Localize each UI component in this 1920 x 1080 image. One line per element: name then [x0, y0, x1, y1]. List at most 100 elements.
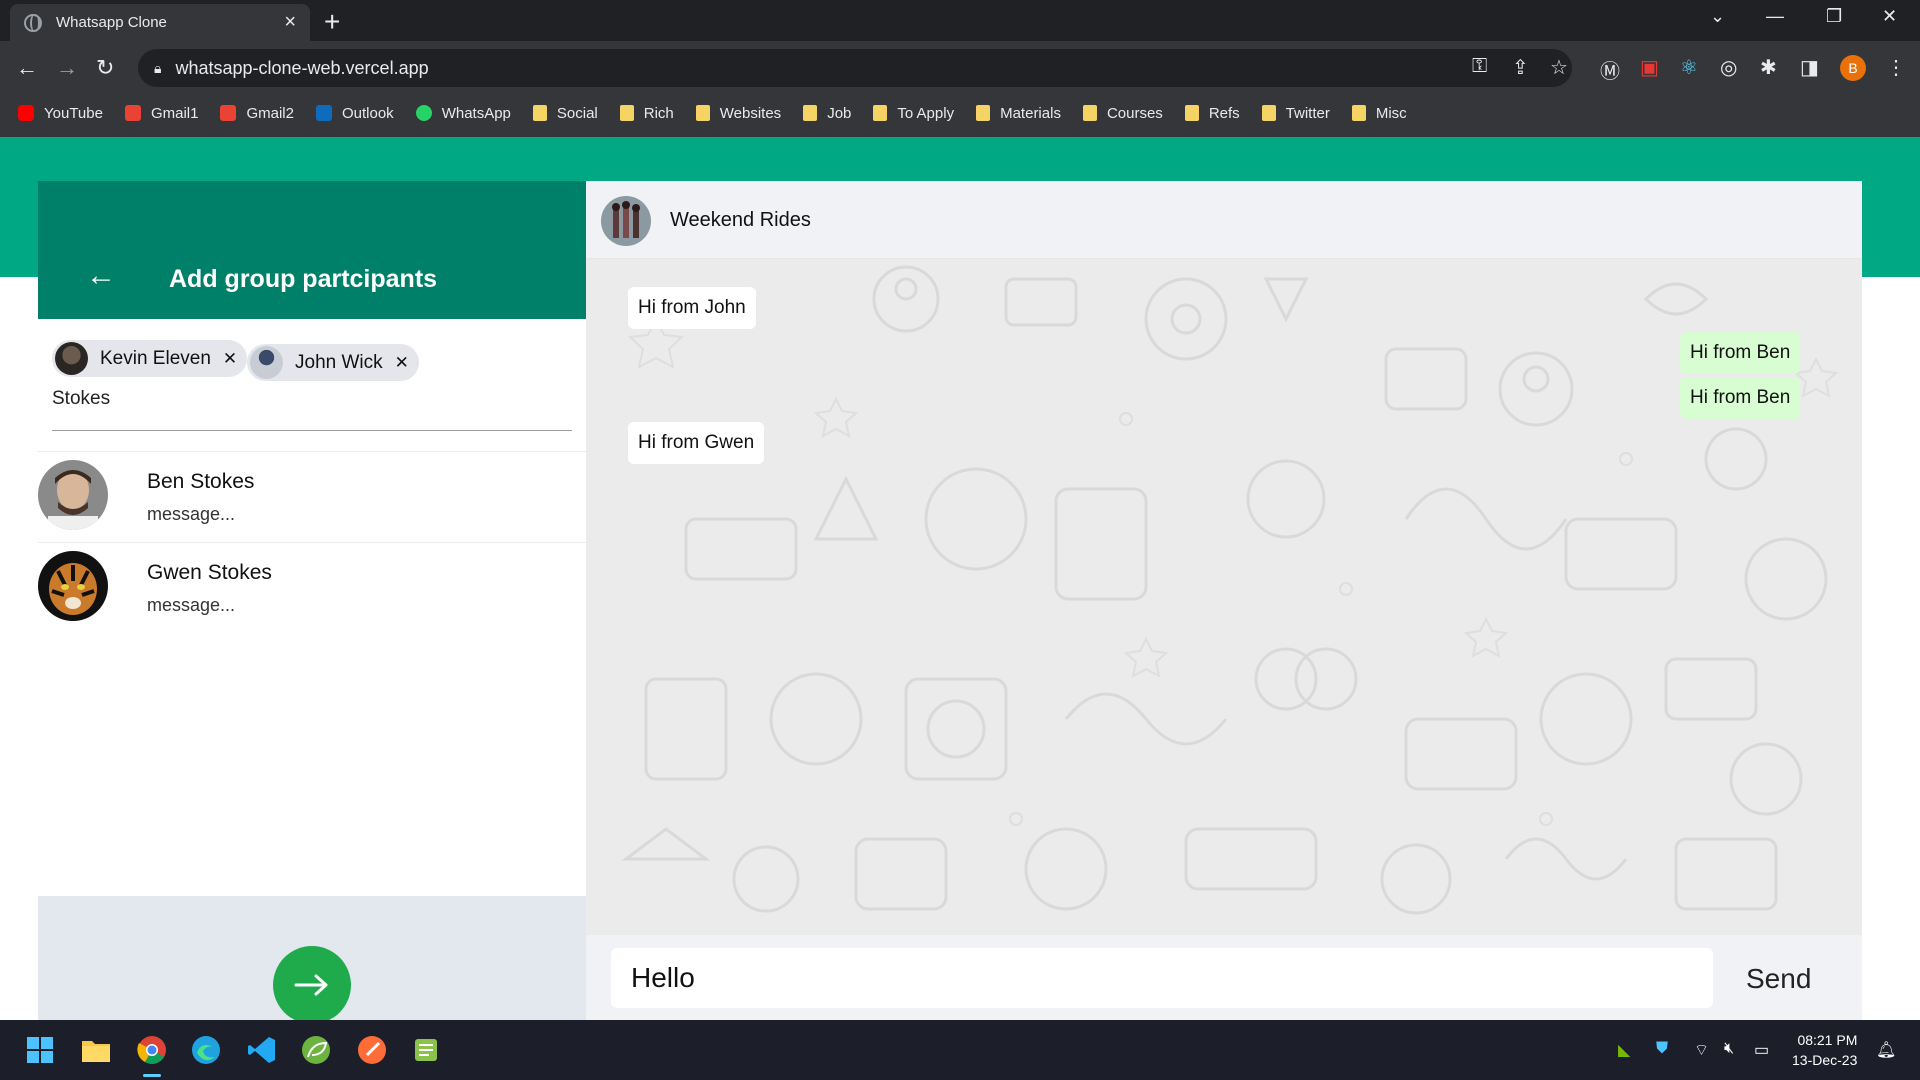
- bookmark-label: Job: [827, 104, 852, 122]
- security-shield-icon[interactable]: ⛊: [1656, 1040, 1668, 1058]
- bookmark-label: Gmail2: [246, 104, 294, 122]
- contact-preview: message...: [147, 595, 236, 615]
- remove-chip-icon[interactable]: ✕: [395, 353, 409, 373]
- bookmark-rich[interactable]: Rich: [619, 105, 674, 122]
- battery-icon[interactable]: ▭: [1754, 1040, 1769, 1060]
- extension-target-icon[interactable]: ◎: [1720, 55, 1737, 80]
- bookmark-social[interactable]: Social: [532, 105, 598, 122]
- avatar: [38, 551, 108, 621]
- bookmark-twitter[interactable]: Twitter: [1261, 105, 1330, 122]
- forward-icon[interactable]: →: [56, 55, 78, 81]
- tab-search-icon[interactable]: ⌄: [1710, 6, 1725, 27]
- bookmark-label: To Apply: [897, 104, 955, 122]
- participant-chip: Kevin Eleven ✕: [52, 340, 248, 377]
- bookmark-materials[interactable]: Materials: [976, 105, 1061, 122]
- postman-icon[interactable]: [356, 1034, 388, 1066]
- windows-taskbar: ◣ ⛊ ⌔ 🔇︎ ▭ 08:21 PM 13-Dec-23 🔔︎: [0, 1020, 1920, 1080]
- browser-tab-strip: Whatsapp Clone × + ⌄ — ❐ ✕: [0, 0, 1920, 41]
- bookmark-courses[interactable]: Courses: [1082, 104, 1163, 122]
- side-panel-icon[interactable]: ◨: [1800, 55, 1819, 80]
- avatar: [55, 342, 88, 375]
- panel-footer: [38, 896, 586, 1024]
- file-explorer-icon[interactable]: [80, 1034, 112, 1066]
- nvidia-tray-icon[interactable]: ◣: [1618, 1040, 1630, 1060]
- bookmark-job[interactable]: Job: [803, 105, 851, 122]
- lock-icon[interactable]: 🔒︎: [154, 60, 161, 77]
- chrome-icon[interactable]: [136, 1034, 168, 1066]
- bookmark-whatsapp[interactable]: WhatsApp: [415, 105, 511, 122]
- contact-row[interactable]: Gwen Stokes message...: [38, 542, 586, 632]
- composer: Send: [586, 935, 1862, 1020]
- notification-bell-icon[interactable]: 🔔︎: [1876, 1040, 1896, 1060]
- system-clock[interactable]: 08:21 PM 13-Dec-23: [1792, 1030, 1857, 1070]
- bookmark-to-apply[interactable]: To Apply: [873, 105, 954, 122]
- share-icon[interactable]: ⇪: [1512, 55, 1529, 80]
- contact-name: Gwen Stokes: [147, 561, 272, 584]
- close-window-button[interactable]: ✕: [1882, 6, 1897, 27]
- folder-icon: [1351, 105, 1366, 121]
- contact-name: Ben Stokes: [147, 470, 255, 493]
- tab-title: Whatsapp Clone: [56, 14, 167, 31]
- bookmark-label: Outlook: [341, 104, 394, 122]
- folder-icon: [1184, 105, 1199, 121]
- new-tab-button[interactable]: +: [324, 6, 340, 38]
- message-bubble-outgoing: Hi from Ben: [1680, 377, 1801, 419]
- extension-pocket-icon[interactable]: ▣: [1640, 55, 1659, 80]
- avatar: [250, 346, 283, 379]
- back-arrow-icon[interactable]: ←: [86, 259, 116, 293]
- message-input[interactable]: [611, 948, 1713, 1008]
- notepad-icon[interactable]: [410, 1034, 442, 1066]
- react-devtools-icon[interactable]: ⚛: [1680, 55, 1698, 80]
- restore-button[interactable]: ❐: [1826, 6, 1842, 27]
- avatar: [38, 460, 108, 530]
- close-tab-icon[interactable]: ×: [284, 11, 296, 34]
- back-icon[interactable]: ←: [16, 55, 38, 81]
- address-bar[interactable]: 🔒︎ whatsapp-clone-web.vercel.app: [138, 49, 1572, 87]
- folder-icon: [873, 105, 888, 121]
- bookmark-gmail2[interactable]: Gmail2: [220, 105, 294, 122]
- bookmark-websites[interactable]: Websites: [695, 105, 781, 122]
- spring-tools-icon[interactable]: [300, 1034, 332, 1066]
- contact-row[interactable]: Ben Stokes message...: [38, 451, 586, 541]
- bookmark-youtube[interactable]: YouTube: [18, 105, 103, 122]
- message-bubble-incoming: Hi from John: [628, 287, 756, 329]
- bookmark-gmail1[interactable]: Gmail1: [124, 105, 198, 122]
- folder-icon: [532, 105, 547, 121]
- url-text: whatsapp-clone-web.vercel.app: [175, 57, 429, 78]
- bookmark-refs[interactable]: Refs: [1184, 105, 1240, 122]
- menu-kebab-icon[interactable]: ⋮: [1886, 55, 1906, 80]
- message-bubble-outgoing: Hi from Ben: [1680, 332, 1801, 374]
- browser-tab[interactable]: Whatsapp Clone ×: [10, 4, 310, 41]
- reload-icon[interactable]: ↻: [96, 55, 114, 81]
- chat-panel: Weekend Rides Hi from John Hi from Ben H…: [586, 181, 1862, 1020]
- group-avatar: [601, 196, 651, 246]
- extension-m-icon[interactable]: Ⓜ: [1600, 55, 1620, 84]
- youtube-icon: [18, 105, 34, 121]
- vscode-icon[interactable]: [246, 1034, 278, 1066]
- wifi-icon[interactable]: ⌔: [1694, 1040, 1709, 1060]
- edge-icon[interactable]: [190, 1034, 222, 1066]
- minimize-button[interactable]: —: [1766, 6, 1784, 27]
- chat-wallpaper: [621, 265, 1839, 915]
- whatsapp-icon: [415, 105, 432, 121]
- bookmark-star-icon[interactable]: ☆: [1550, 55, 1568, 80]
- bookmark-label: Materials: [1000, 104, 1061, 122]
- bookmark-label: Courses: [1106, 104, 1163, 122]
- chat-header[interactable]: Weekend Rides: [586, 181, 1862, 259]
- outlook-icon: [315, 105, 332, 121]
- key-icon[interactable]: ⚿: [1472, 55, 1487, 78]
- next-button[interactable]: [273, 946, 351, 1024]
- bookmark-outlook[interactable]: Outlook: [315, 104, 394, 122]
- active-app-indicator: [143, 1074, 161, 1077]
- profile-avatar[interactable]: B: [1840, 55, 1866, 81]
- chat-title: Weekend Rides: [670, 209, 811, 231]
- participant-search-input[interactable]: [52, 384, 572, 414]
- remove-chip-icon[interactable]: ✕: [223, 349, 237, 369]
- speaker-muted-icon[interactable]: 🔇︎: [1724, 1040, 1734, 1058]
- bookmark-misc[interactable]: Misc: [1351, 105, 1407, 122]
- folder-icon: [619, 105, 634, 121]
- extensions-puzzle-icon[interactable]: ✱: [1760, 55, 1777, 80]
- send-button[interactable]: Send: [1746, 963, 1811, 995]
- folder-icon: [695, 105, 710, 121]
- windows-start-icon[interactable]: [24, 1034, 56, 1066]
